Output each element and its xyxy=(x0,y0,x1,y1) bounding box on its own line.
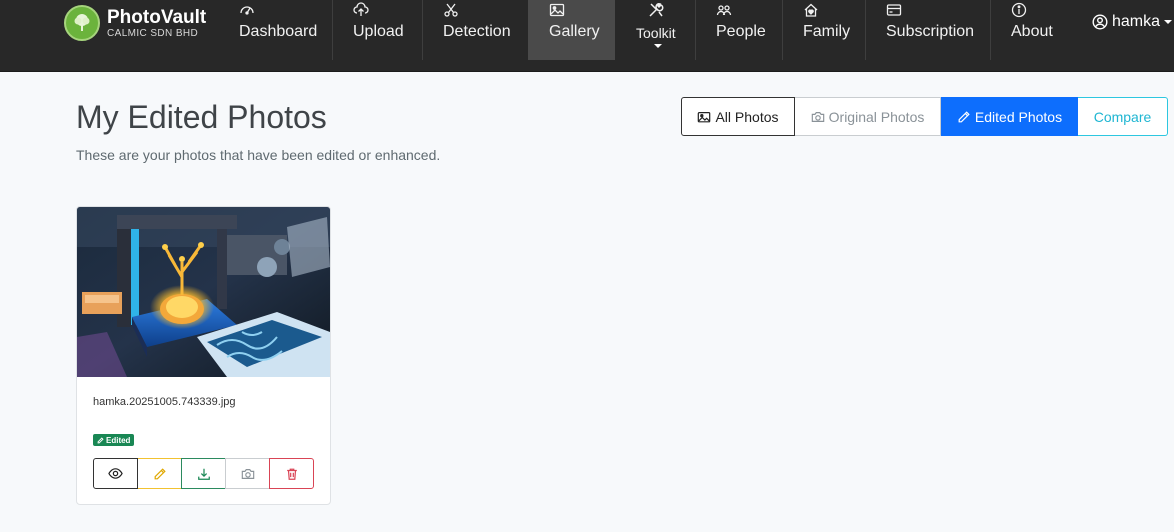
view-original-button[interactable] xyxy=(225,458,270,489)
download-icon xyxy=(197,468,210,480)
view-button[interactable] xyxy=(93,458,138,489)
all-photos-button[interactable]: All Photos xyxy=(681,97,795,136)
image-icon xyxy=(549,3,565,17)
nav-dashboard-label: Dashboard xyxy=(239,23,318,40)
brand-name: PhotoVault xyxy=(107,6,207,28)
nav-upload-label: Upload xyxy=(353,23,404,40)
compare-button[interactable]: Compare xyxy=(1078,97,1168,136)
nav-subscription-label: Subscription xyxy=(886,23,975,40)
brand[interactable]: PhotoVault CALMIC SDN BHD xyxy=(64,5,206,41)
info-circle-icon xyxy=(1011,2,1027,18)
nav-toolkit[interactable]: Toolkit xyxy=(636,0,682,60)
edit-button[interactable] xyxy=(137,458,182,489)
edited-photos-label: Edited Photos xyxy=(974,108,1063,125)
camera-icon xyxy=(241,468,254,479)
chevron-down-icon xyxy=(654,44,662,48)
camera-icon xyxy=(811,111,824,122)
photo-filter-group: All Photos Original Photos Edited Photos… xyxy=(681,97,1168,136)
person-circle-icon xyxy=(1092,14,1108,30)
photo-thumbnail[interactable] xyxy=(77,207,330,377)
download-button[interactable] xyxy=(181,458,226,489)
people-icon xyxy=(716,5,732,16)
brand-subtitle: CALMIC SDN BHD xyxy=(107,27,199,39)
pencil-icon xyxy=(154,467,166,479)
nav-people-label: People xyxy=(716,23,766,40)
user-name: hamka xyxy=(1112,13,1161,30)
all-photos-label: All Photos xyxy=(715,108,779,125)
nav-family[interactable]: Family xyxy=(803,0,858,60)
nav-divider xyxy=(990,0,991,60)
credit-card-icon xyxy=(886,4,902,16)
nav-detection[interactable]: Detection xyxy=(443,0,518,60)
pencil-icon xyxy=(97,436,104,443)
nav-family-label: Family xyxy=(803,23,851,40)
photo-card: hamka.20251005.743339.jpg Edited xyxy=(76,206,331,505)
tools-icon xyxy=(649,3,664,17)
images-icon xyxy=(698,111,711,122)
edited-badge-label: Edited xyxy=(106,435,131,445)
nav-divider xyxy=(332,0,333,60)
eye-icon xyxy=(108,468,123,479)
original-photos-button[interactable]: Original Photos xyxy=(795,97,941,136)
nav-detection-label: Detection xyxy=(443,23,511,40)
nav-subscription[interactable]: Subscription xyxy=(886,0,981,60)
photo-actions xyxy=(93,458,314,489)
page-description: These are your photos that have been edi… xyxy=(76,147,441,163)
nav-people[interactable]: People xyxy=(716,0,772,60)
nav-dashboard[interactable]: Dashboard xyxy=(239,0,321,60)
nav-toolkit-label: Toolkit xyxy=(636,25,676,41)
compare-label: Compare xyxy=(1093,108,1152,125)
page-title: My Edited Photos xyxy=(76,99,327,135)
chevron-down-icon[interactable] xyxy=(1164,20,1172,24)
edited-photos-button[interactable]: Edited Photos xyxy=(941,97,1078,136)
nav-about[interactable]: About xyxy=(1011,0,1059,60)
delete-button[interactable] xyxy=(269,458,314,489)
house-heart-icon xyxy=(804,3,818,17)
original-photos-label: Original Photos xyxy=(828,108,925,125)
nav-divider xyxy=(865,0,866,60)
pencil-icon xyxy=(958,110,970,122)
nav-about-label: About xyxy=(1011,23,1053,40)
scissors-icon xyxy=(444,3,458,17)
nav-divider xyxy=(695,0,696,60)
top-navbar: PhotoVault CALMIC SDN BHD Dashboard Uplo… xyxy=(0,0,1174,72)
nav-divider xyxy=(422,0,423,60)
user-menu[interactable]: hamka xyxy=(1092,13,1160,31)
tree-logo-icon xyxy=(64,5,100,41)
edited-badge: Edited xyxy=(93,434,135,446)
nav-divider xyxy=(782,0,783,60)
photo-filename: hamka.20251005.743339.jpg xyxy=(93,396,236,408)
trash-icon xyxy=(286,468,297,480)
nav-gallery[interactable]: Gallery xyxy=(528,0,615,60)
speedometer-icon xyxy=(240,6,254,15)
cloud-upload-icon xyxy=(353,2,369,16)
nav-gallery-label: Gallery xyxy=(549,23,600,40)
nav-upload[interactable]: Upload xyxy=(353,0,413,60)
